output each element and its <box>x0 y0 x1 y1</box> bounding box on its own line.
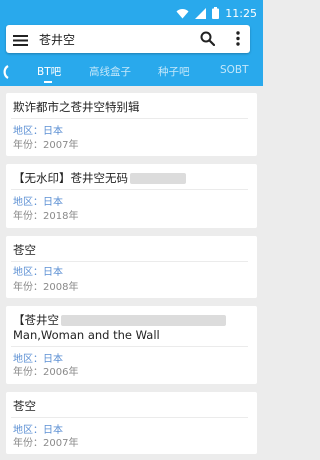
result-title: 【苍井空 <box>13 313 226 327</box>
result-card[interactable]: 欺诈都市之苍井空特别辑 地区：日本 年份：2007年 <box>6 93 257 156</box>
result-year: 年份：2008年 <box>13 282 79 293</box>
battery-icon <box>212 4 220 23</box>
divider <box>11 346 248 347</box>
more-options-icon[interactable] <box>236 31 240 50</box>
tab-zhongzi[interactable]: 种子吧 <box>158 64 190 79</box>
app-header: 11:25 苍井空 BT吧 高线盒子 种子吧 SOBT <box>0 0 263 86</box>
status-bar: 11:25 <box>0 0 263 22</box>
result-region: 地区：日本 <box>13 267 63 278</box>
redacted-text <box>130 173 186 184</box>
result-title: 【无水印】苍井空无码 <box>13 171 186 185</box>
result-title-line2: Man,Woman and the Wall <box>13 328 160 342</box>
signal-icon <box>195 4 207 23</box>
result-region: 地区：日本 <box>13 197 63 208</box>
result-year: 年份：2007年 <box>13 140 79 151</box>
divider <box>11 261 248 262</box>
result-title: 苍空 <box>13 399 36 413</box>
divider <box>11 189 248 190</box>
tab-sobt[interactable]: SOBT <box>220 64 249 76</box>
result-title: 欺诈都市之苍井空特别辑 <box>13 100 140 114</box>
menu-icon[interactable] <box>13 32 28 51</box>
search-icon[interactable] <box>200 31 216 50</box>
redacted-text <box>61 315 226 326</box>
result-card[interactable]: 苍空 地区：日本 年份：2007年 <box>6 392 257 454</box>
result-title: 苍空 <box>13 243 36 257</box>
search-query[interactable]: 苍井空 <box>39 31 75 48</box>
tab-gaoxian[interactable]: 高线盒子 <box>89 64 131 79</box>
divider <box>11 118 248 119</box>
result-card[interactable]: 苍空 地区：日本 年份：2008年 <box>6 236 257 298</box>
tab-bt[interactable]: BT吧 <box>37 64 61 79</box>
source-tabs: BT吧 高线盒子 种子吧 SOBT <box>0 56 263 86</box>
result-card[interactable]: 【无水印】苍井空无码 地区：日本 年份：2018年 <box>6 164 257 228</box>
result-year: 年份：2018年 <box>13 211 79 222</box>
status-time: 11:25 <box>225 6 257 20</box>
result-card[interactable]: 【苍井空 Man,Woman and the Wall 地区：日本 年份：200… <box>6 306 257 384</box>
wifi-icon <box>176 4 189 23</box>
result-region: 地区：日本 <box>13 126 63 137</box>
divider <box>11 417 248 418</box>
result-year: 年份：2006年 <box>13 367 79 378</box>
search-bar[interactable]: 苍井空 <box>6 25 250 53</box>
result-year: 年份：2007年 <box>13 438 79 449</box>
active-tab-indicator <box>44 81 52 83</box>
